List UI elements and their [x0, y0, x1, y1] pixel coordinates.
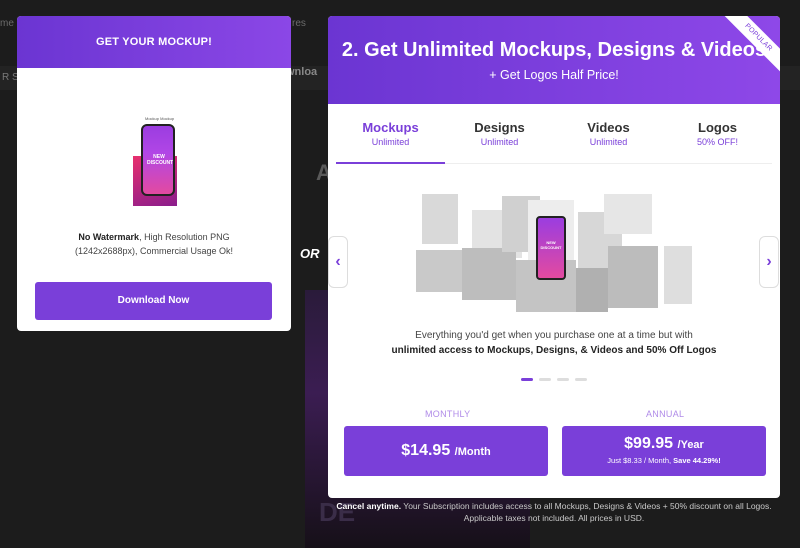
carousel-dot[interactable]	[575, 378, 587, 381]
tab-mockups[interactable]: Mockups Unlimited	[336, 120, 445, 164]
phone-screen-text: NEW DISCOUNT	[147, 154, 174, 166]
annual-price: $99.95	[624, 435, 674, 452]
carousel-prev-arrow-icon[interactable]: ‹	[328, 236, 348, 288]
subscription-description: Everything you'd get when you purchase o…	[358, 328, 750, 358]
cancel-anytime-label: Cancel anytime.	[336, 501, 402, 511]
download-now-button[interactable]: Download Now	[35, 282, 272, 320]
tab-sublabel: Unlimited	[480, 137, 519, 147]
tab-label: Designs	[474, 120, 525, 135]
subscription-footnote: Cancel anytime. Your Subscription includ…	[328, 500, 780, 524]
carousel-dot[interactable]	[521, 378, 533, 381]
single-mockup-header: GET YOUR MOCKUP!	[17, 16, 291, 68]
collage-tile	[664, 246, 692, 304]
tab-label: Logos	[698, 120, 737, 135]
carousel-dot[interactable]	[557, 378, 569, 381]
description-line-2: unlimited access to Mockups, Designs, & …	[391, 345, 717, 356]
plan-tabs: Mockups Unlimited Designs Unlimited Vide…	[336, 120, 772, 164]
tab-label: Mockups	[362, 120, 419, 135]
annual-plan-label: ANNUAL	[646, 409, 685, 419]
carousel-dot[interactable]	[539, 378, 551, 381]
collage-tile	[604, 194, 652, 234]
footnote-line-1: Your Subscription includes access to all…	[401, 501, 772, 511]
collage-tile	[416, 250, 464, 292]
annual-monthly-equivalent: Just $8.33 / Month,	[607, 456, 674, 465]
monthly-price: $14.95	[401, 442, 451, 459]
collage-phone-mockup: NEW DISCOUNT	[536, 216, 566, 280]
annual-price-unit: /Year	[677, 439, 704, 451]
product-collage-image: NEW DISCOUNT	[416, 190, 696, 318]
carousel-next-arrow-icon[interactable]: ›	[759, 236, 779, 288]
collage-phone-text: NEW DISCOUNT	[540, 240, 562, 250]
annual-savings-note: Just $8.33 / Month, Save 44.29%!	[562, 456, 766, 465]
single-mockup-card: GET YOUR MOCKUP! Mockup Mockup NEW DISCO…	[17, 16, 291, 331]
description-line-1: Everything you'd get when you purchase o…	[415, 330, 693, 341]
carousel-indicators	[521, 378, 587, 381]
phone-mockup: NEW DISCOUNT	[141, 124, 175, 196]
collage-tile	[576, 268, 608, 312]
mockup-description: No Watermark, High Resolution PNG (1242x…	[47, 230, 261, 258]
annual-savings-badge: Save 44.29%!	[673, 456, 721, 465]
monthly-price-unit: /Month	[454, 446, 491, 458]
tab-designs[interactable]: Designs Unlimited	[445, 120, 554, 163]
tab-sublabel: Unlimited	[589, 137, 628, 147]
tab-videos[interactable]: Videos Unlimited	[554, 120, 663, 163]
bg-nav-item: res	[292, 18, 306, 29]
tab-sublabel: Unlimited	[371, 137, 410, 147]
collage-tile	[462, 248, 516, 300]
bg-nav-item: me	[0, 18, 14, 29]
or-separator: OR	[300, 246, 320, 261]
tab-sublabel: 50% OFF!	[696, 137, 738, 147]
monthly-plan-button[interactable]: $14.95 /Month	[344, 426, 548, 476]
subscription-title: 2. Get Unlimited Mockups, Designs & Vide…	[341, 39, 767, 61]
mockup-preview-image: Mockup Mockup NEW DISCOUNT	[133, 116, 193, 208]
subscription-subtitle: + Get Logos Half Price!	[489, 68, 619, 82]
collage-tile	[608, 246, 658, 308]
collage-tile	[422, 194, 458, 244]
subscription-card: 2. Get Unlimited Mockups, Designs & Vide…	[328, 16, 780, 498]
mockup-caption: Mockup Mockup	[145, 116, 175, 121]
footnote-line-2: Applicable taxes not included. All price…	[463, 513, 645, 523]
no-watermark-label: No Watermark	[78, 232, 140, 242]
subscription-header: 2. Get Unlimited Mockups, Designs & Vide…	[328, 16, 780, 104]
tab-logos[interactable]: Logos 50% OFF!	[663, 120, 772, 163]
tab-label: Videos	[587, 120, 630, 135]
monthly-plan-label: MONTHLY	[425, 409, 471, 419]
annual-plan-button[interactable]: $99.95 /Year Just $8.33 / Month, Save 44…	[562, 426, 766, 476]
